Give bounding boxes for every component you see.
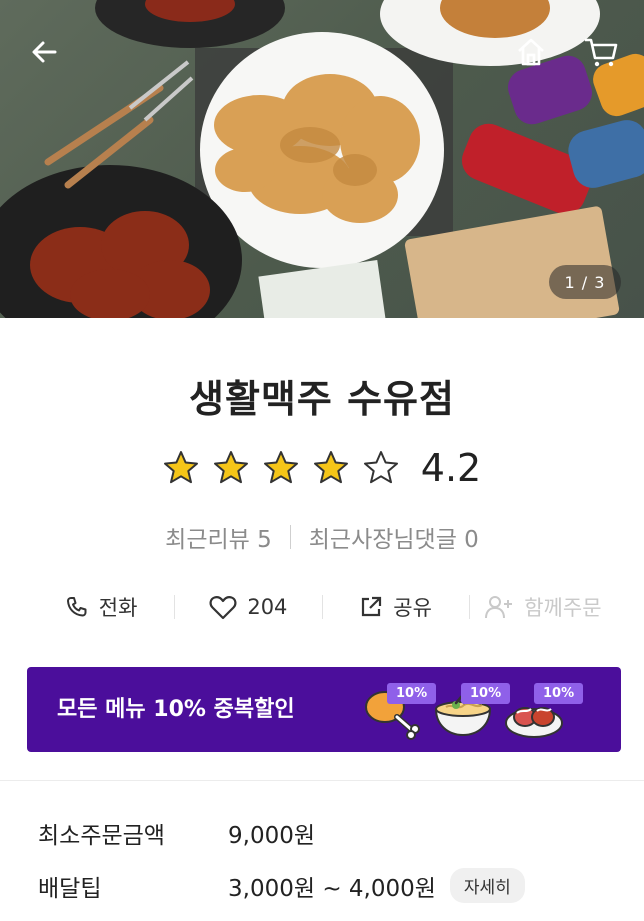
like-button[interactable]: 204 — [175, 584, 321, 630]
star-filled-icon — [263, 451, 298, 484]
group-order-button[interactable]: 함께주문 — [470, 584, 616, 630]
back-button[interactable] — [22, 30, 66, 74]
discount-tag: 10% — [387, 683, 437, 704]
call-button[interactable]: 전화 — [28, 584, 174, 630]
phone-icon — [66, 597, 87, 617]
rating-row: 4.2 — [0, 446, 644, 490]
discount-tag: 10% — [534, 683, 584, 704]
store-hero-image[interactable]: 1 / 3 — [0, 0, 644, 318]
add-person-icon — [485, 596, 513, 619]
recent-reviews-link[interactable]: 최근리뷰 5 — [165, 520, 272, 554]
share-icon — [362, 596, 382, 617]
divider — [289, 525, 291, 549]
cart-button[interactable] — [579, 30, 623, 74]
action-bar: 전화 204 공유 함께주문 — [28, 584, 616, 630]
delivery-tip-detail-button[interactable]: 자세히 — [449, 868, 525, 903]
like-count: 204 — [247, 595, 288, 619]
star-empty-icon — [363, 451, 398, 484]
promo-banner[interactable]: 모든 메뉴 10% 중복할인 10% 10% 10% — [27, 667, 621, 752]
store-name: 생활맥주 수유점 — [189, 377, 455, 421]
cart-icon — [585, 38, 618, 67]
call-label: 전화 — [98, 596, 138, 620]
section-divider — [0, 780, 644, 781]
arrow-left-icon — [32, 41, 57, 63]
min-order-row: 최소주문금액 9,000원 — [38, 816, 618, 850]
discount-tag: 10% — [461, 683, 511, 704]
share-button[interactable]: 공유 — [323, 584, 469, 630]
heart-icon — [209, 596, 237, 620]
review-summary: 최근리뷰 5 최근사장님댓글 0 — [0, 520, 644, 554]
delivery-tip-value: 3,000원 ~ 4,000원 — [228, 875, 436, 902]
min-order-label: 최소주문금액 — [38, 823, 165, 849]
home-button[interactable] — [509, 30, 553, 74]
min-order-value: 9,000원 — [228, 823, 316, 849]
star-filled-icon — [213, 451, 248, 484]
star-rating — [163, 450, 399, 486]
promo-text: 모든 메뉴 10% 중복할인 — [57, 697, 295, 722]
group-order-label: 함께주문 — [524, 596, 602, 620]
star-filled-icon — [313, 451, 348, 484]
rating-value: 4.2 — [420, 446, 482, 490]
owner-comments-link[interactable]: 최근사장님댓글 0 — [309, 520, 479, 554]
image-counter: 1 / 3 — [549, 265, 621, 299]
delivery-tip-row: 배달팁 3,000원 ~ 4,000원 자세히 — [38, 868, 618, 903]
delivery-tip-label: 배달팁 — [38, 875, 102, 902]
home-icon — [518, 38, 544, 66]
share-label: 공유 — [393, 596, 432, 620]
star-filled-icon — [163, 451, 198, 484]
